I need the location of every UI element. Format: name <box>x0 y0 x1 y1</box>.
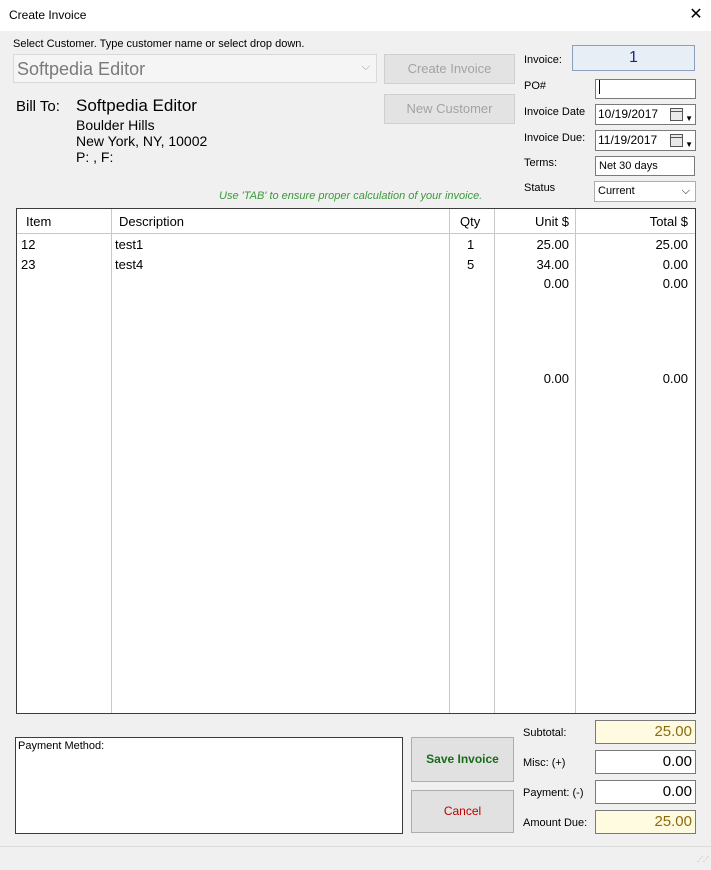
terms-label: Terms: <box>524 157 557 169</box>
row2-total: 0.00 <box>662 257 688 272</box>
new-customer-button[interactable]: New Customer <box>384 94 515 124</box>
resize-grip-icon[interactable]: ⋰⋰ <box>697 856 709 866</box>
chevron-down-icon[interactable]: ⌵ <box>362 61 370 74</box>
caret-down-icon[interactable]: ▼ <box>685 109 693 128</box>
bill-to-address1: Boulder Hills <box>76 117 155 133</box>
po-label: PO# <box>524 80 547 92</box>
invoice-date-label: Invoice Date <box>524 106 586 118</box>
chevron-down-icon[interactable]: ⌵ <box>682 182 690 201</box>
header-item[interactable]: Item <box>26 214 51 229</box>
row2-description[interactable]: test4 <box>115 257 143 272</box>
payment-label: Payment: (-) <box>523 787 584 799</box>
row2-qty[interactable]: 5 <box>467 257 474 272</box>
header-description[interactable]: Description <box>119 214 184 229</box>
terms-input[interactable]: Net 30 days <box>595 156 695 176</box>
payment-method-textarea[interactable]: Payment Method: <box>15 737 403 834</box>
row2-unit[interactable]: 34.00 <box>536 257 569 272</box>
invoice-due-picker[interactable]: 11/19/2017 ▼ <box>595 130 696 151</box>
row1-description[interactable]: test1 <box>115 237 143 252</box>
status-label: Status <box>524 182 556 194</box>
invoice-number-label: Invoice: <box>524 54 562 66</box>
window-title: Create Invoice <box>9 8 87 22</box>
customer-combobox[interactable]: Softpedia Editor ⌵ <box>13 54 377 83</box>
invoice-number-display: 1 <box>572 45 695 71</box>
invoice-due-value: 11/19/2017 <box>598 133 658 147</box>
invoice-date-picker[interactable]: 10/19/2017 ▼ <box>595 104 696 125</box>
customer-instruction: Select Customer. Type customer name or s… <box>13 38 305 50</box>
row4-unit[interactable]: 0.00 <box>544 371 569 386</box>
bill-to-address2: New York, NY, 10002 <box>76 133 208 149</box>
row1-unit[interactable]: 25.00 <box>536 237 569 252</box>
status-divider <box>0 846 711 847</box>
amount-due-label: Amount Due: <box>523 817 588 829</box>
bill-to-label: Bill To: <box>16 98 60 115</box>
cancel-button[interactable]: Cancel <box>411 790 514 833</box>
title-bar <box>0 0 711 31</box>
customer-combobox-value: Softpedia Editor <box>17 59 146 79</box>
invoice-date-value: 10/19/2017 <box>598 107 659 121</box>
line-items-table[interactable]: Item Description Qty Unit $ Total $ 12 t… <box>16 208 696 714</box>
invoice-due-label: Invoice Due: <box>524 132 586 144</box>
payment-method-label: Payment Method: <box>18 740 105 752</box>
row4-total: 0.00 <box>662 371 688 386</box>
misc-input[interactable]: 0.00 <box>595 750 696 774</box>
status-select-value: Current <box>598 185 635 197</box>
po-input[interactable] <box>595 79 696 99</box>
header-unit[interactable]: Unit $ <box>535 214 569 229</box>
tab-hint: Use 'TAB' to ensure proper calculation o… <box>219 190 483 202</box>
misc-label: Misc: (+) <box>523 757 566 769</box>
calendar-icon[interactable] <box>670 108 683 121</box>
row1-item[interactable]: 12 <box>21 237 35 252</box>
row3-total: 0.00 <box>662 276 688 291</box>
header-qty[interactable]: Qty <box>460 214 480 229</box>
row1-total: 25.00 <box>655 237 688 252</box>
row1-qty[interactable]: 1 <box>467 237 474 252</box>
caret-down-icon[interactable]: ▼ <box>685 135 693 154</box>
save-invoice-button[interactable]: Save Invoice <box>411 737 514 782</box>
subtotal-label: Subtotal: <box>523 727 567 739</box>
payment-input[interactable]: 0.00 <box>595 780 696 804</box>
amount-due-field: 25.00 <box>595 810 696 834</box>
row3-unit[interactable]: 0.00 <box>544 276 569 291</box>
header-total[interactable]: Total $ <box>650 214 688 229</box>
calendar-icon[interactable] <box>670 134 683 147</box>
bill-to-phone-fax: P: , F: <box>76 149 114 165</box>
status-select[interactable]: Current ⌵ <box>594 181 696 202</box>
bill-to-name: Softpedia Editor <box>76 96 197 115</box>
create-invoice-button[interactable]: Create Invoice <box>384 54 515 84</box>
subtotal-field: 25.00 <box>595 720 696 744</box>
row2-item[interactable]: 23 <box>21 257 35 272</box>
close-icon[interactable]: ✕ <box>686 4 706 26</box>
